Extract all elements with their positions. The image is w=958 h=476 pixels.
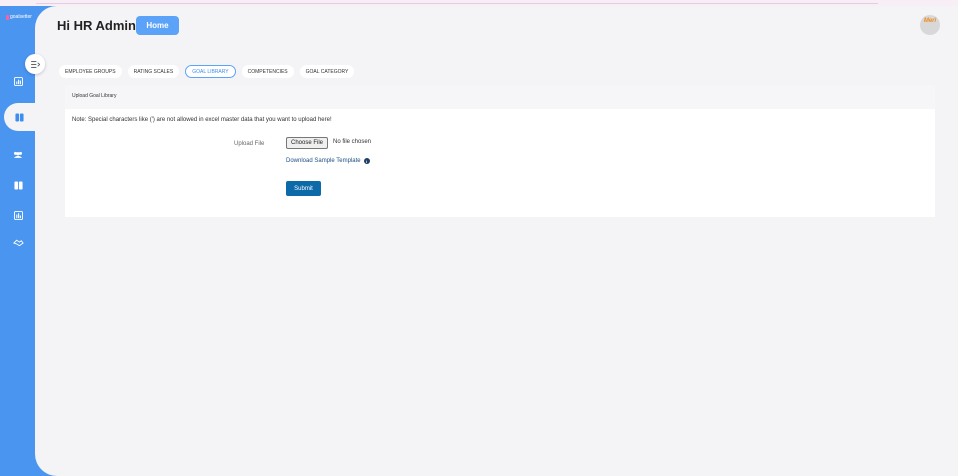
brand-logo[interactable]: goalsetter	[6, 14, 32, 20]
brand-name: goalsetter	[10, 14, 32, 20]
report-icon	[13, 210, 23, 220]
info-icon[interactable]: i	[363, 158, 370, 164]
card-title: Upload Goal Library	[72, 93, 117, 99]
users-icon	[13, 151, 23, 158]
choose-file-button[interactable]: Choose File	[286, 137, 329, 149]
book-icon	[14, 112, 24, 122]
submit-button[interactable]: Submit	[286, 181, 321, 196]
upload-file-label: Upload File	[234, 141, 265, 147]
sidebar-item-reports[interactable]	[11, 208, 25, 222]
home-button[interactable]: Home	[136, 16, 179, 35]
upload-note: Note: Special characters like (') are no…	[72, 117, 332, 123]
tab-goal-library[interactable]: GOAL LIBRARY	[185, 65, 236, 78]
chart-icon	[13, 76, 23, 86]
tab-employee-groups[interactable]: EMPLOYEE GROUPS	[59, 65, 122, 78]
library-icon	[13, 180, 23, 190]
tab-competencies[interactable]: COMPETENCIES	[241, 65, 294, 78]
logo-mark-icon	[6, 14, 9, 20]
download-template-link[interactable]: Download Sample Template i	[286, 158, 370, 164]
upload-card: Upload Goal Library Note: Special charac…	[65, 85, 935, 217]
avatar-text: Meri	[923, 18, 937, 24]
settings-tabs: EMPLOYEE GROUPS RATING SCALES GOAL LIBRA…	[59, 65, 355, 78]
sidebar-item-library[interactable]	[11, 178, 25, 192]
file-status-text: No file chosen	[333, 139, 372, 145]
main-panel: Hi HR Admin Home Meri EMPLOYEE GROUPS RA…	[25, 6, 958, 476]
page-greeting: Hi HR Admin	[57, 18, 136, 33]
sidebar-item-employees[interactable]	[11, 148, 25, 162]
avatar[interactable]: Meri	[920, 15, 940, 35]
sidebar-toggle-button[interactable]	[25, 54, 45, 74]
card-header: Upload Goal Library	[65, 85, 935, 109]
sidebar-item-feedback[interactable]	[11, 236, 25, 250]
handshake-icon	[12, 239, 24, 247]
tab-rating-scales[interactable]: RATING SCALES	[127, 65, 180, 78]
menu-collapse-icon	[30, 60, 40, 68]
sidebar-item-dashboard[interactable]	[11, 74, 25, 88]
tab-goal-category[interactable]: GOAL CATEGORY	[299, 65, 355, 78]
download-template-label: Download Sample Template	[286, 158, 361, 164]
